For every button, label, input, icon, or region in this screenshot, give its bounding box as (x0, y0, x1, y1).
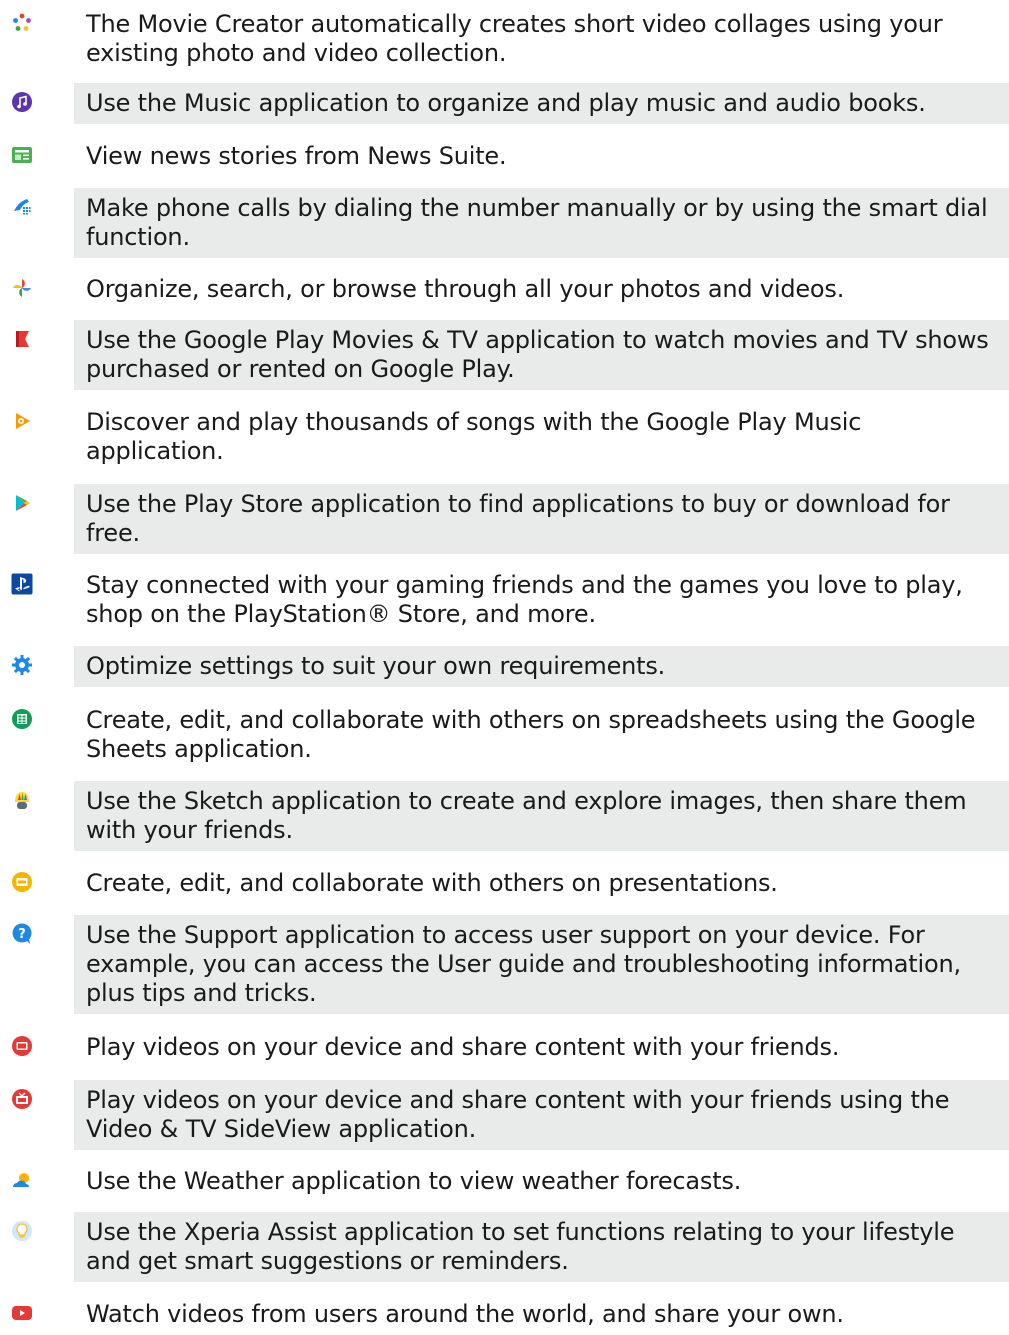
phone-icon (11, 196, 33, 218)
list-item-description: Play videos on your device and share con… (74, 1080, 1009, 1150)
photos-icon (11, 277, 33, 299)
playstation-icon (11, 573, 33, 595)
play-movies-icon (11, 328, 33, 350)
support-icon: ? (11, 923, 33, 945)
list-item-description: Watch videos from users around the world… (86, 1300, 844, 1328)
weather-icon (11, 1169, 33, 1191)
play-store-icon (11, 492, 33, 514)
music-icon (11, 91, 33, 113)
list-item-description: Create, edit, and collaborate with other… (86, 706, 976, 763)
list-item-description: Make phone calls by dialing the number m… (74, 188, 1009, 258)
settings-icon (11, 654, 33, 676)
tv-sideview-icon (11, 1088, 33, 1110)
list-item-description: Stay connected with your gaming friends … (86, 571, 963, 628)
play-music-icon (11, 410, 33, 432)
list-item-description: Use the Google Play Movies & TV applicat… (74, 320, 1009, 390)
list-item-description: Organize, search, or browse through all … (86, 275, 845, 303)
list-item-description: The Movie Creator automatically creates … (86, 10, 943, 67)
list-item-description: Optimize settings to suit your own requi… (74, 646, 1009, 687)
sketch-icon (11, 789, 33, 811)
list-item-description: Use the Play Store application to find a… (74, 484, 1009, 554)
list-item-description: Use the Weather application to view weat… (86, 1167, 742, 1195)
list-item-description: Use the Music application to organize an… (74, 83, 1009, 124)
list-item-description: Discover and play thousands of songs wit… (86, 408, 862, 465)
movie-creator-icon (11, 12, 33, 34)
list-item-description: Play videos on your device and share con… (86, 1033, 840, 1061)
slides-icon (11, 871, 33, 893)
xperia-assist-icon (11, 1220, 33, 1242)
list-item-description: View news stories from News Suite. (86, 142, 507, 170)
youtube-icon (11, 1302, 33, 1324)
svg-text:?: ? (18, 927, 26, 942)
list-item-description: Create, edit, and collaborate with other… (86, 869, 778, 897)
list-item-description: Use the Support application to access us… (74, 915, 1009, 1014)
news-icon (11, 144, 33, 166)
sheets-icon (11, 708, 33, 730)
list-item-description: Use the Xperia Assist application to set… (74, 1212, 1009, 1282)
video-icon (11, 1035, 33, 1057)
list-item-description: Use the Sketch application to create and… (74, 781, 1009, 851)
